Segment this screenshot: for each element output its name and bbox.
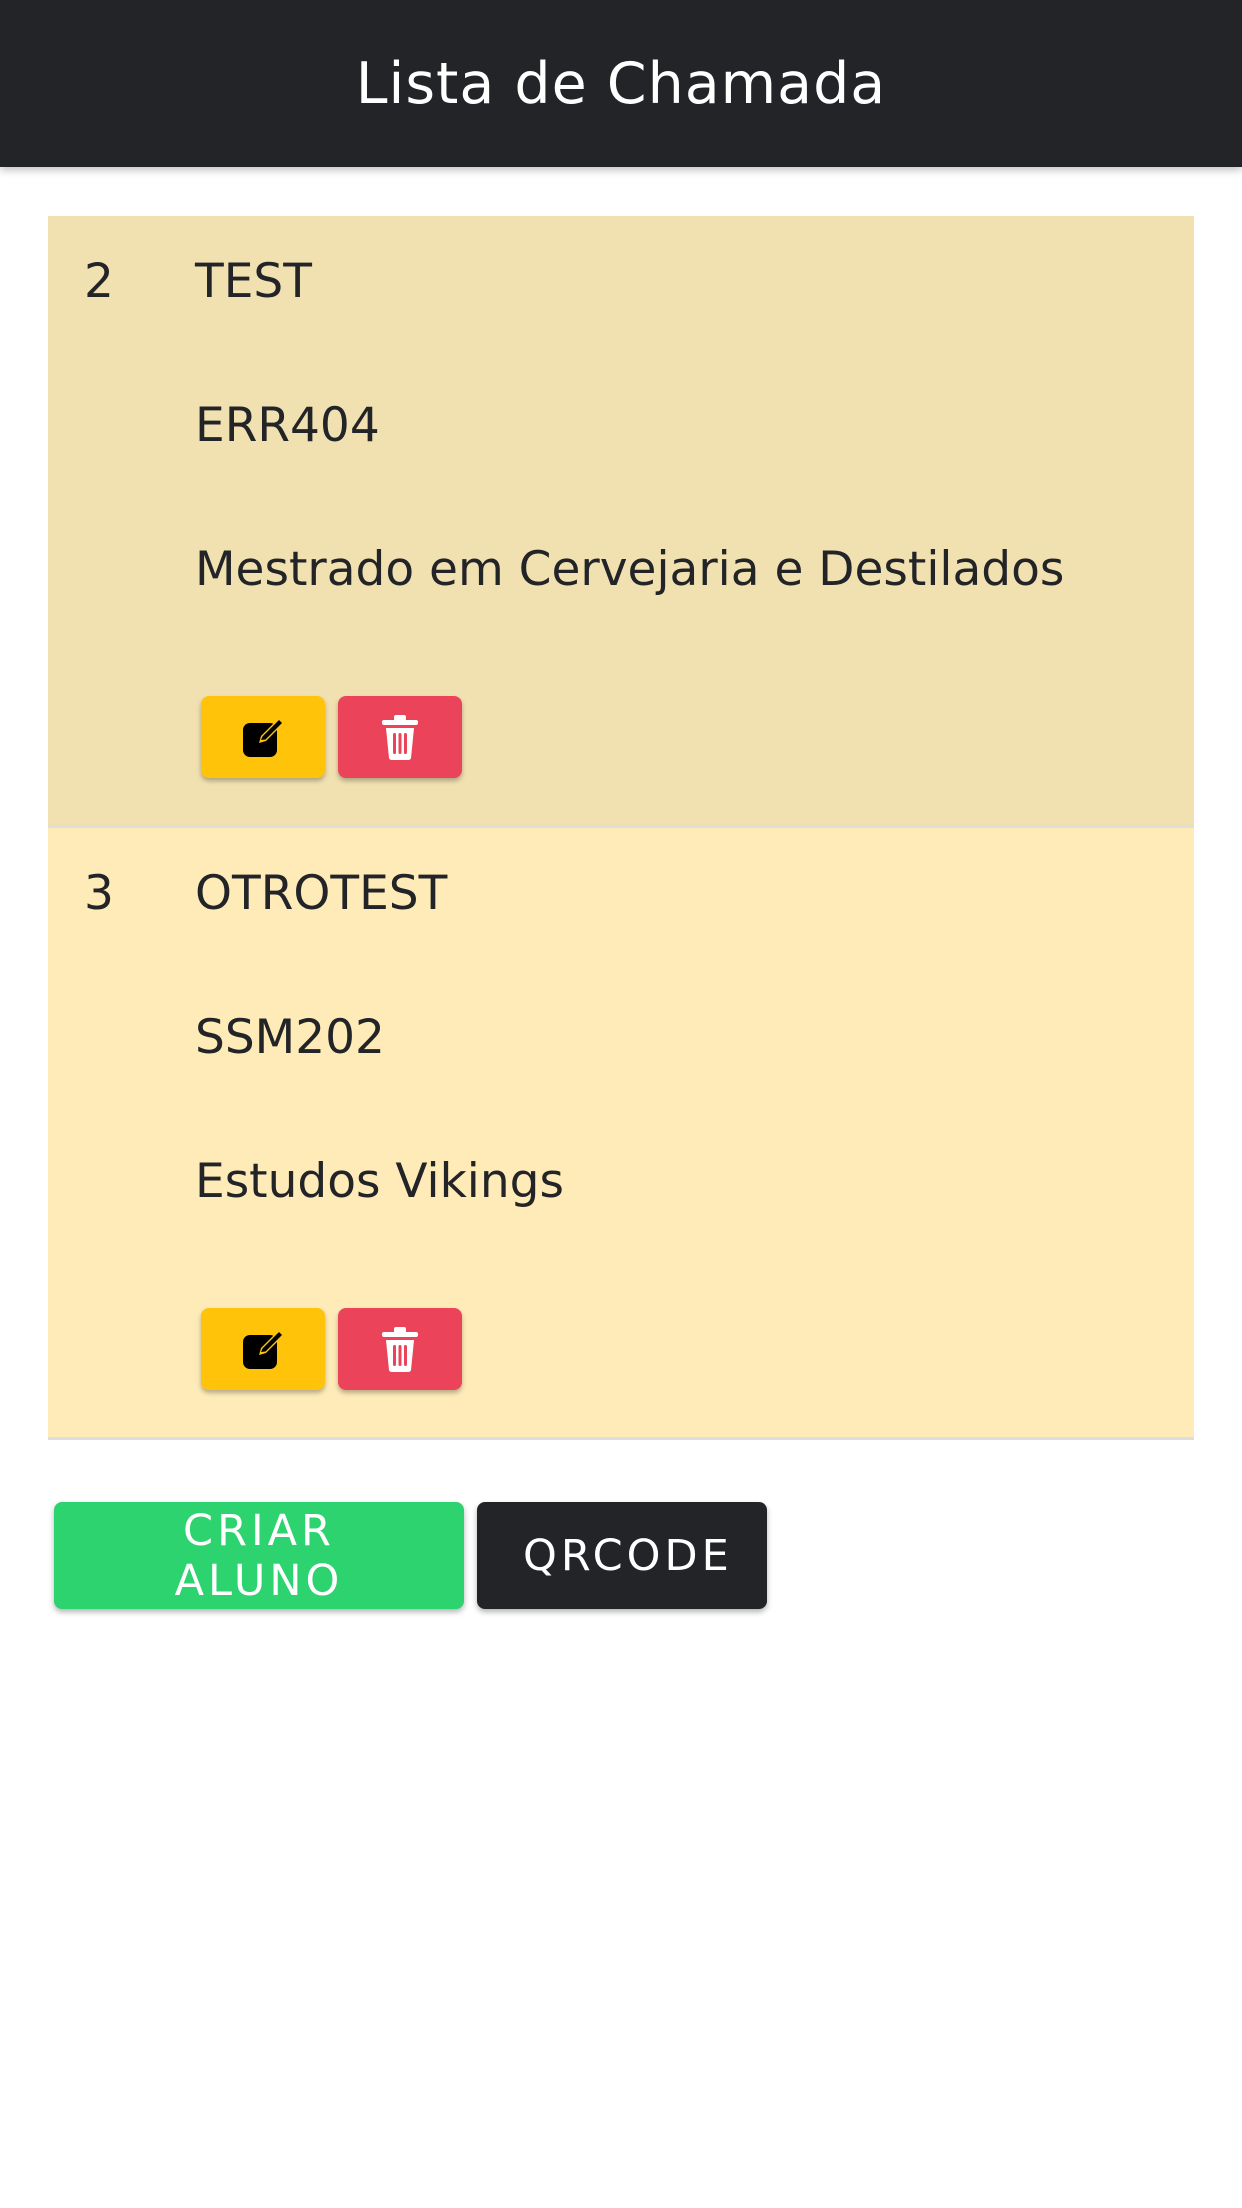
qrcode-button[interactable]: QRCODE: [477, 1502, 767, 1609]
student-number: 3: [84, 866, 114, 921]
student-code: ERR404: [195, 398, 380, 453]
edit-button[interactable]: [201, 1308, 325, 1390]
list-item: 3 OTROTEST SSM202 Estudos Vikings: [48, 828, 1194, 1440]
create-student-button[interactable]: CRIAR ALUNO: [54, 1502, 464, 1609]
student-list: 2 TEST ERR404 Mestrado em Cervejaria e D…: [48, 216, 1194, 1440]
footer-actions: CRIAR ALUNO QRCODE: [54, 1502, 767, 1609]
list-item: 2 TEST ERR404 Mestrado em Cervejaria e D…: [48, 216, 1194, 828]
edit-button[interactable]: [201, 696, 325, 778]
edit-icon: [243, 1330, 284, 1369]
row-actions: [201, 1308, 462, 1390]
delete-button[interactable]: [338, 696, 462, 778]
edit-icon: [243, 718, 284, 757]
app-toolbar: Lista de Chamada: [0, 0, 1242, 167]
student-course: Mestrado em Cervejaria e Destilados: [195, 542, 1065, 597]
page-title: Lista de Chamada: [355, 50, 887, 117]
student-name: OTROTEST: [195, 866, 448, 921]
student-course: Estudos Vikings: [195, 1154, 564, 1209]
trash-icon: [382, 1327, 418, 1372]
row-actions: [201, 696, 462, 778]
trash-icon: [382, 715, 418, 760]
delete-button[interactable]: [338, 1308, 462, 1390]
student-name: TEST: [195, 254, 312, 309]
student-number: 2: [84, 254, 114, 309]
student-code: SSM202: [195, 1010, 385, 1065]
